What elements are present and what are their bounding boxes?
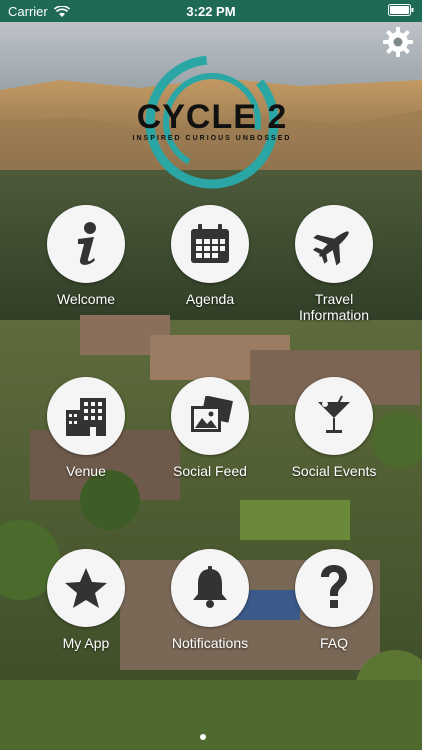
tile-social-events[interactable]: Social Events bbox=[274, 377, 394, 487]
tile-social-feed[interactable]: Social Feed bbox=[150, 377, 270, 487]
tile-label: Welcome bbox=[56, 291, 116, 307]
tile-faq[interactable]: FAQ bbox=[274, 549, 394, 659]
calendar-icon bbox=[171, 205, 249, 283]
tile-label: Social Feed bbox=[173, 463, 247, 479]
tile-agenda[interactable]: Agenda bbox=[150, 205, 270, 315]
status-bar: Carrier 3:22 PM bbox=[0, 0, 422, 22]
status-time: 3:22 PM bbox=[186, 4, 236, 19]
star-icon bbox=[47, 549, 125, 627]
cocktail-icon bbox=[295, 377, 373, 455]
battery-icon bbox=[388, 4, 414, 19]
tile-travel-information[interactable]: Travel Information bbox=[274, 205, 394, 323]
tile-notifications[interactable]: Notifications bbox=[150, 549, 270, 659]
photos-icon bbox=[171, 377, 249, 455]
tile-label: Agenda bbox=[185, 291, 235, 307]
tile-label: Social Events bbox=[291, 463, 377, 479]
tile-label: Travel Information bbox=[298, 291, 370, 323]
gear-icon[interactable] bbox=[382, 26, 414, 58]
tile-label: My App bbox=[62, 635, 110, 651]
app-logo: CYCLE 2 INSPIRED CURIOUS UNBOSSED bbox=[132, 52, 292, 192]
page-indicator bbox=[200, 734, 206, 740]
question-icon bbox=[295, 549, 373, 627]
tile-venue[interactable]: Venue bbox=[26, 377, 146, 487]
logo-text: CYCLE 2 bbox=[136, 98, 288, 136]
bell-icon bbox=[171, 549, 249, 627]
logo-tagline: INSPIRED CURIOUS UNBOSSED bbox=[132, 135, 292, 142]
tile-label: FAQ bbox=[319, 635, 348, 651]
info-icon bbox=[47, 205, 125, 283]
tile-label: Notifications bbox=[171, 635, 249, 651]
tile-my-app[interactable]: My App bbox=[26, 549, 146, 659]
tile-label: Venue bbox=[66, 463, 106, 479]
tile-welcome[interactable]: Welcome bbox=[26, 205, 146, 315]
building-icon bbox=[47, 377, 125, 455]
airplane-icon bbox=[295, 205, 373, 283]
